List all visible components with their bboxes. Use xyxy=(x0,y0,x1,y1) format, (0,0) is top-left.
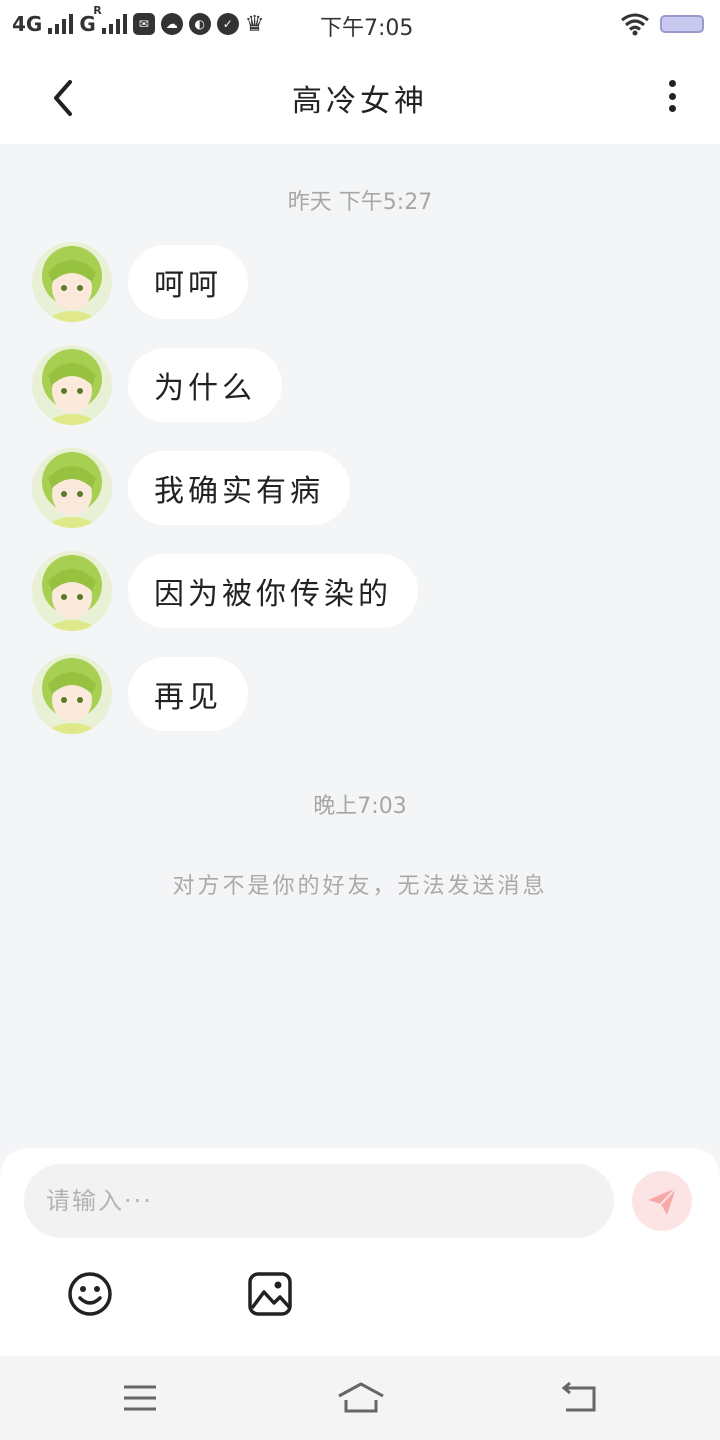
avatar[interactable] xyxy=(32,345,112,425)
crown-icon: ♛ xyxy=(244,11,265,37)
message-row: 为什么 xyxy=(32,345,282,425)
avatar[interactable] xyxy=(32,448,112,528)
status-bar-right xyxy=(620,12,704,36)
page-title: 高冷女神 xyxy=(292,84,428,119)
more-dot-icon xyxy=(668,92,676,100)
system-nav-bar xyxy=(0,1356,720,1440)
send-button[interactable] xyxy=(632,1171,692,1231)
network-g-label: GR xyxy=(79,4,102,36)
wifi-icon xyxy=(621,13,649,36)
smiley-icon xyxy=(68,1272,112,1316)
image-icon xyxy=(248,1272,292,1316)
chat-header: 高冷女神 xyxy=(0,48,720,144)
nav-home-button[interactable] xyxy=(336,1378,384,1418)
network-4g-label: 4G xyxy=(12,12,43,36)
message-row: 因为被你传染的 xyxy=(32,551,418,631)
avatar[interactable] xyxy=(32,242,112,322)
message-bubble[interactable]: 为什么 xyxy=(128,348,282,422)
message-row: 呵呵 xyxy=(32,242,248,322)
message-bubble[interactable]: 呵呵 xyxy=(128,245,248,319)
avatar[interactable] xyxy=(32,551,112,631)
mail-icon: ✉ xyxy=(132,13,155,35)
check-icon: ✓ xyxy=(216,13,239,35)
chat-timestamp: 昨天 下午5:27 xyxy=(287,190,433,215)
avatar-image xyxy=(32,551,112,631)
message-row: 我确实有病 xyxy=(32,448,350,528)
more-dot-icon xyxy=(668,105,676,112)
message-input[interactable] xyxy=(24,1164,614,1238)
emoji-button[interactable] xyxy=(66,1270,114,1318)
battery-icon xyxy=(660,15,704,33)
home-icon xyxy=(338,1382,384,1413)
chat-timestamp: 晚上7:03 xyxy=(313,794,407,819)
message-bubble[interactable]: 我确实有病 xyxy=(128,451,350,525)
status-time: 下午7:05 xyxy=(320,16,414,41)
nav-menu-button[interactable] xyxy=(118,1378,162,1418)
avatar-image xyxy=(32,242,112,322)
status-bar: 4G GR ✉ ☁ ◐ ✓ ♛ 下午7:05 xyxy=(0,0,720,48)
message-row: 再见 xyxy=(32,654,248,734)
more-dot-icon xyxy=(668,80,676,87)
nav-back-button[interactable] xyxy=(558,1378,602,1418)
message-bubble[interactable]: 因为被你传染的 xyxy=(128,554,418,628)
cloud-icon: ☁ xyxy=(160,13,183,35)
signal-icon xyxy=(48,14,74,34)
status-bar-left: 4G GR ✉ ☁ ◐ ✓ ♛ xyxy=(12,4,265,38)
avatar-image xyxy=(32,345,112,425)
menu-icon xyxy=(124,1385,156,1411)
message-composer xyxy=(0,1148,720,1356)
message-bubble[interactable]: 再见 xyxy=(128,657,248,731)
avatar-image xyxy=(32,654,112,734)
image-button[interactable] xyxy=(246,1270,294,1318)
avatar[interactable] xyxy=(32,654,112,734)
system-notice: 对方不是你的好友，无法发送消息 xyxy=(172,874,548,899)
return-icon xyxy=(561,1381,596,1412)
app-icon: ◐ xyxy=(188,13,211,35)
send-icon xyxy=(648,1187,677,1215)
avatar-image xyxy=(32,448,112,528)
signal-icon xyxy=(101,14,127,34)
network-roaming-label: R xyxy=(93,4,102,17)
more-options-button[interactable] xyxy=(652,76,692,116)
